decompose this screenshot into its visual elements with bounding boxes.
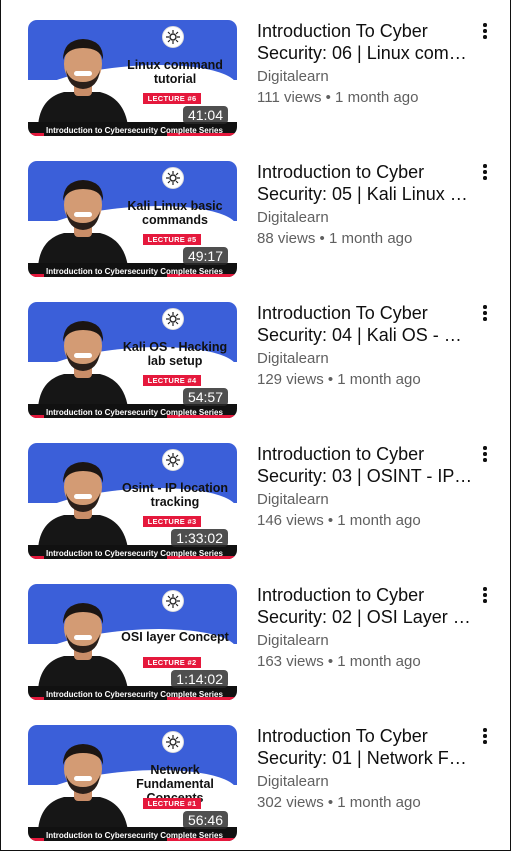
- video-title[interactable]: Introduction to Cyber Security: 02 | OSI…: [257, 584, 473, 628]
- lecture-badge: LECTURE #6: [143, 93, 201, 104]
- video-title-line1: Introduction to Cyber: [257, 162, 425, 182]
- series-banner: Introduction to Cybersecurity Complete S…: [28, 545, 237, 559]
- video-metadata: 111 views • 1 month ago: [257, 89, 419, 106]
- series-label: Introduction to Cybersecurity Complete S…: [46, 267, 223, 276]
- thumbnail-topic-line1: Linux command: [127, 58, 223, 72]
- series-label: Introduction to Cybersecurity Complete S…: [46, 831, 223, 840]
- video-thumbnail[interactable]: Network Fundamental Concepts LECTURE #1 …: [28, 725, 237, 841]
- video-title-line2: Security: 02 | OSI Layer …: [257, 607, 471, 627]
- lecture-badge: LECTURE #5: [143, 234, 201, 245]
- video-list-item[interactable]: Osint - IP location tracking LECTURE #3 …: [0, 443, 511, 563]
- cyber-logo-icon: [162, 449, 184, 471]
- thumbnail-topic: OSI layer Concept: [116, 630, 234, 644]
- video-metadata: 163 views • 1 month ago: [257, 653, 421, 670]
- channel-name[interactable]: Digitalearn: [257, 773, 329, 790]
- video-thumbnail[interactable]: Osint - IP location tracking LECTURE #3 …: [28, 443, 237, 559]
- banner-accent: [28, 556, 44, 559]
- banner-accent: [28, 133, 44, 136]
- video-thumbnail[interactable]: Linux command tutorial LECTURE #6 Introd…: [28, 20, 237, 136]
- thumbnail-topic-line1: Osint - IP location: [121, 481, 229, 495]
- series-label: Introduction to Cybersecurity Complete S…: [46, 408, 223, 417]
- cyber-logo-icon: [162, 731, 184, 753]
- lecture-badge: LECTURE #1: [143, 798, 201, 809]
- thumbnail-topic-line1: Network Fundamental: [136, 763, 214, 791]
- video-title-line2: Security: 05 | Kali Linux …: [257, 184, 468, 204]
- thumbnail-topic-line1: OSI layer Concept: [121, 630, 229, 644]
- video-title[interactable]: Introduction To Cyber Security: 01 | Net…: [257, 725, 473, 769]
- video-title[interactable]: Introduction to Cyber Security: 03 | OSI…: [257, 443, 473, 487]
- banner-accent: [28, 838, 44, 841]
- video-metadata: 302 views • 1 month ago: [257, 794, 421, 811]
- video-title-line1: Introduction To Cyber: [257, 726, 428, 746]
- duration-badge: 1:14:02: [171, 670, 228, 688]
- more-vert-icon[interactable]: [477, 20, 493, 42]
- thumbnail-topic-line2: commands: [142, 213, 208, 227]
- video-title-line1: Introduction To Cyber: [257, 303, 428, 323]
- video-title-line2: Security: 01 | Network F…: [257, 748, 467, 768]
- series-banner: Introduction to Cybersecurity Complete S…: [28, 827, 237, 841]
- cyber-logo-icon: [162, 590, 184, 612]
- series-banner: Introduction to Cybersecurity Complete S…: [28, 686, 237, 700]
- channel-name[interactable]: Digitalearn: [257, 209, 329, 226]
- video-title-line2: Security: 03 | OSINT - IP …: [257, 466, 473, 486]
- video-title-line1: Introduction to Cyber: [257, 444, 425, 464]
- series-label: Introduction to Cybersecurity Complete S…: [46, 126, 223, 135]
- more-vert-icon[interactable]: [477, 443, 493, 465]
- video-metadata: 129 views • 1 month ago: [257, 371, 421, 388]
- series-label: Introduction to Cybersecurity Complete S…: [46, 549, 223, 558]
- more-vert-icon[interactable]: [477, 161, 493, 183]
- lecture-badge: LECTURE #4: [143, 375, 201, 386]
- banner-accent: [28, 415, 44, 418]
- video-metadata: 88 views • 1 month ago: [257, 230, 413, 247]
- banner-accent: [28, 697, 44, 700]
- duration-badge: 54:57: [182, 388, 228, 406]
- lecture-badge: LECTURE #3: [143, 516, 201, 527]
- video-title-line1: Introduction To Cyber: [257, 21, 428, 41]
- channel-name[interactable]: Digitalearn: [257, 350, 329, 367]
- video-list-item[interactable]: Kali OS - Hacking lab setup LECTURE #4 I…: [0, 302, 511, 422]
- more-vert-icon[interactable]: [477, 302, 493, 324]
- video-title[interactable]: Introduction To Cyber Security: 04 | Kal…: [257, 302, 473, 346]
- thumbnail-topic-line2: lab setup: [147, 354, 203, 368]
- video-title[interactable]: Introduction To Cyber Security: 06 | Lin…: [257, 20, 473, 64]
- duration-badge: 1:33:02: [171, 529, 228, 547]
- video-list-item[interactable]: Linux command tutorial LECTURE #6 Introd…: [0, 20, 511, 140]
- thumbnail-topic: Kali Linux basic commands: [116, 199, 234, 227]
- video-metadata: 146 views • 1 month ago: [257, 512, 421, 529]
- lecture-badge: LECTURE #2: [143, 657, 201, 668]
- video-thumbnail[interactable]: Kali Linux basic commands LECTURE #5 Int…: [28, 161, 237, 277]
- video-title-line1: Introduction to Cyber: [257, 585, 425, 605]
- thumbnail-topic: Linux command tutorial: [116, 58, 234, 86]
- cyber-logo-icon: [162, 167, 184, 189]
- duration-badge: 49:17: [182, 247, 228, 265]
- thumbnail-topic-line1: Kali Linux basic: [127, 199, 223, 213]
- video-title[interactable]: Introduction to Cyber Security: 05 | Kal…: [257, 161, 473, 205]
- duration-badge: 56:46: [182, 811, 228, 829]
- channel-name[interactable]: Digitalearn: [257, 68, 329, 85]
- series-banner: Introduction to Cybersecurity Complete S…: [28, 122, 237, 136]
- thumbnail-topic-line1: Kali OS - Hacking: [122, 340, 228, 354]
- video-title-line2: Security: 06 | Linux com…: [257, 43, 467, 63]
- thumbnail-topic-line2: tracking: [150, 495, 200, 509]
- video-list-item[interactable]: OSI layer Concept LECTURE #2 Introductio…: [0, 584, 511, 704]
- thumbnail-topic: Osint - IP location tracking: [116, 481, 234, 509]
- banner-accent: [28, 274, 44, 277]
- duration-badge: 41:04: [182, 106, 228, 124]
- channel-name[interactable]: Digitalearn: [257, 491, 329, 508]
- series-banner: Introduction to Cybersecurity Complete S…: [28, 263, 237, 277]
- thumbnail-topic-line2: tutorial: [153, 72, 197, 86]
- series-label: Introduction to Cybersecurity Complete S…: [46, 690, 223, 699]
- video-list-item[interactable]: Network Fundamental Concepts LECTURE #1 …: [0, 725, 511, 845]
- video-title-line2: Security: 04 | Kali OS - H…: [257, 325, 473, 345]
- cyber-logo-icon: [162, 308, 184, 330]
- cyber-logo-icon: [162, 26, 184, 48]
- more-vert-icon[interactable]: [477, 725, 493, 747]
- series-banner: Introduction to Cybersecurity Complete S…: [28, 404, 237, 418]
- thumbnail-topic: Kali OS - Hacking lab setup: [116, 340, 234, 368]
- video-list-item[interactable]: Kali Linux basic commands LECTURE #5 Int…: [0, 161, 511, 281]
- video-thumbnail[interactable]: OSI layer Concept LECTURE #2 Introductio…: [28, 584, 237, 700]
- video-thumbnail[interactable]: Kali OS - Hacking lab setup LECTURE #4 I…: [28, 302, 237, 418]
- channel-name[interactable]: Digitalearn: [257, 632, 329, 649]
- more-vert-icon[interactable]: [477, 584, 493, 606]
